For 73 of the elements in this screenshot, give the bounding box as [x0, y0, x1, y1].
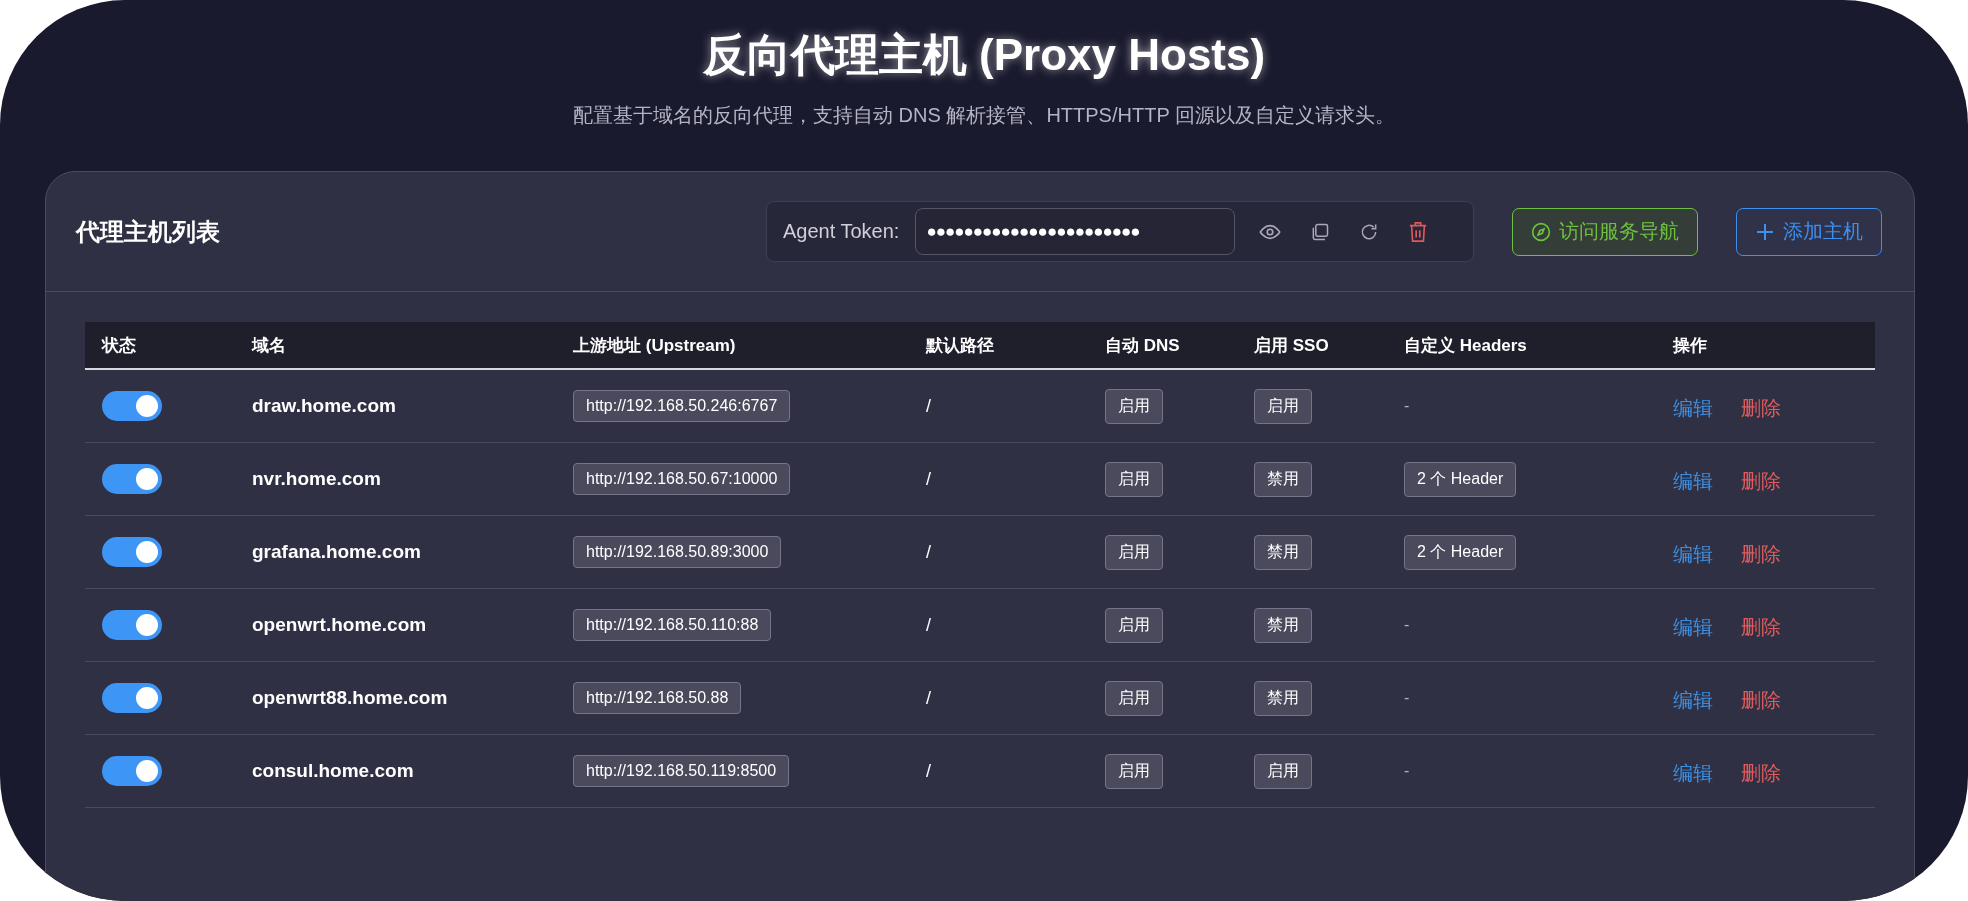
column-header: 默认路径: [925, 334, 995, 357]
compass-icon: [1531, 221, 1551, 242]
domain-text: consul.home.com: [252, 760, 414, 783]
delete-link[interactable]: 删除: [1741, 613, 1781, 641]
delete-link[interactable]: 删除: [1741, 686, 1781, 714]
status-toggle[interactable]: [102, 610, 162, 641]
upstream-address: http://192.168.50.89:3000: [573, 536, 782, 569]
card-title: 代理主机列表: [76, 216, 221, 247]
edit-link[interactable]: 编辑: [1673, 759, 1713, 787]
path-text: /: [926, 687, 931, 709]
empty-value: -: [1404, 616, 1410, 635]
add-host-button[interactable]: 添加主机: [1736, 207, 1882, 256]
empty-value: -: [1404, 689, 1410, 708]
empty-value: -: [1404, 397, 1410, 416]
status-toggle[interactable]: [102, 683, 162, 714]
token-label: Agent Token:: [783, 220, 900, 244]
column-header: 状态: [100, 334, 137, 357]
path-text: /: [926, 760, 931, 782]
dns-badge: 启用: [1105, 607, 1163, 643]
edit-link[interactable]: 编辑: [1673, 686, 1713, 714]
column-header: 操作: [1671, 334, 1708, 357]
sso-badge: 启用: [1254, 753, 1312, 789]
path-text: /: [926, 541, 931, 563]
domain-text: grafana.home.com: [252, 541, 421, 564]
dns-badge: 启用: [1105, 680, 1163, 716]
headers-badge: 2 个 Header: [1404, 461, 1517, 497]
upstream-address: http://192.168.50.88: [573, 682, 742, 715]
dns-badge: 启用: [1105, 534, 1163, 570]
headers-badge: 2 个 Header: [1404, 534, 1517, 570]
upstream-address: http://192.168.50.119:8500: [573, 755, 790, 788]
edit-link[interactable]: 编辑: [1673, 540, 1713, 568]
page-title: 反向代理主机 (Proxy Hosts): [702, 29, 1266, 81]
delete-link[interactable]: 删除: [1741, 394, 1781, 422]
column-header: 域名: [250, 334, 287, 357]
upstream-address: http://192.168.50.246:6767: [573, 390, 791, 423]
edit-link[interactable]: 编辑: [1673, 394, 1713, 422]
path-text: /: [926, 395, 931, 417]
domain-text: draw.home.com: [252, 395, 396, 418]
delete-link[interactable]: 删除: [1741, 540, 1781, 568]
domain-text: nvr.home.com: [252, 468, 381, 491]
sso-badge: 禁用: [1254, 461, 1312, 497]
token-field[interactable]: ●●●●●●●●●●●●●●●●●●●●●●●: [915, 208, 1236, 256]
upstream-address: http://192.168.50.67:10000: [573, 463, 791, 496]
status-toggle[interactable]: [102, 464, 162, 495]
status-toggle[interactable]: [102, 756, 162, 787]
edit-link[interactable]: 编辑: [1673, 467, 1713, 495]
service-nav-button[interactable]: 访问服务导航: [1512, 207, 1698, 256]
status-toggle[interactable]: [102, 537, 162, 568]
sso-badge: 禁用: [1254, 680, 1312, 716]
delete-link[interactable]: 删除: [1741, 759, 1781, 787]
delete-link[interactable]: 删除: [1741, 467, 1781, 495]
copy-icon[interactable]: [1310, 221, 1331, 242]
sso-badge: 禁用: [1254, 607, 1312, 643]
dns-badge: 启用: [1105, 461, 1163, 497]
empty-value: -: [1404, 762, 1410, 781]
path-text: /: [926, 614, 931, 636]
column-header: 自动 DNS: [1104, 334, 1181, 357]
trash-icon[interactable]: [1408, 220, 1429, 243]
sso-badge: 禁用: [1254, 534, 1312, 570]
upstream-address: http://192.168.50.110:88: [573, 609, 772, 642]
column-header: 启用 SSO: [1253, 334, 1330, 357]
path-text: /: [926, 468, 931, 490]
plus-icon: [1755, 221, 1775, 242]
dns-badge: 启用: [1105, 388, 1163, 424]
domain-text: openwrt.home.com: [252, 614, 427, 637]
domain-text: openwrt88.home.com: [252, 687, 448, 710]
page-subtitle: 配置基于域名的反向代理，支持自动 DNS 解析接管、HTTPS/HTTP 回源以及自定义请求头。: [573, 103, 1395, 129]
edit-link[interactable]: 编辑: [1673, 613, 1713, 641]
column-header: 自定义 Headers: [1403, 334, 1528, 357]
dns-badge: 启用: [1105, 753, 1163, 789]
sso-badge: 启用: [1254, 388, 1312, 424]
column-header: 上游地址 (Upstream): [572, 334, 737, 357]
status-toggle[interactable]: [102, 391, 162, 422]
